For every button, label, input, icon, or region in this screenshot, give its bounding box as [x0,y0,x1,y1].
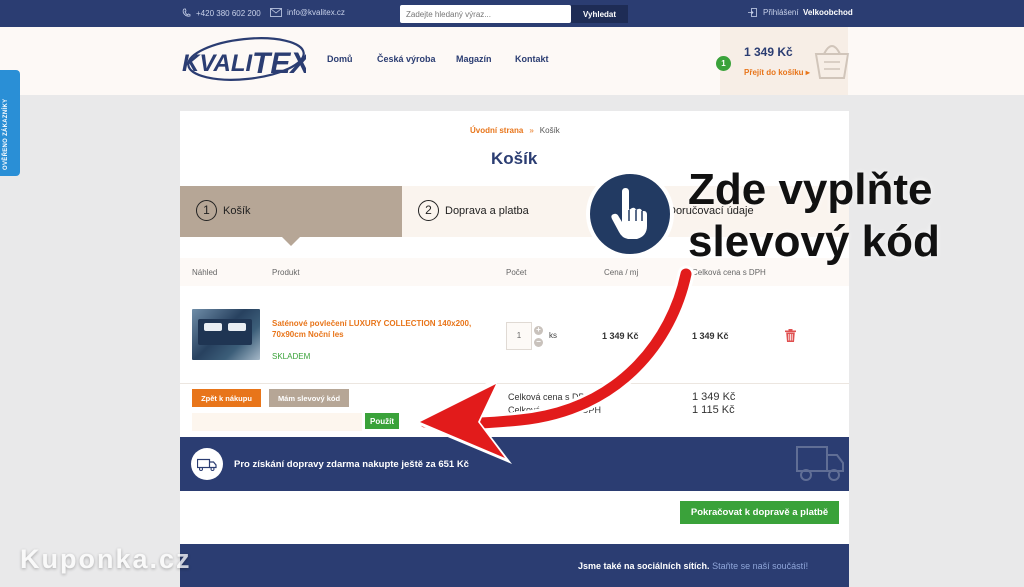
search-input[interactable] [400,5,571,23]
nav-czech-production[interactable]: Česká výroba [377,54,436,64]
total-without-vat-label: Celková cena bez DPH [508,405,602,415]
truck-icon [197,458,217,471]
col-total-price: Celková cena s DPH [692,268,766,277]
login-icon [748,8,757,17]
total-with-vat-value: 1 349 Kč [692,391,736,403]
logo-mark: KVALI TEX [182,37,312,81]
quantity-input[interactable]: 1 [506,322,532,350]
nav-contact[interactable]: Kontakt [515,54,549,64]
nav-magazine[interactable]: Magazín [456,54,492,64]
quantity-increase-button[interactable]: + [534,326,543,335]
phone-number: +420 380 602 200 [196,8,261,18]
wholesale-link[interactable]: Velkoobchod [803,8,853,17]
quantity-decrease-button[interactable]: − [534,338,543,347]
kuponka-watermark: Kuponka.cz [20,544,192,574]
discount-code-input[interactable] [192,413,362,431]
step-2-label: Doprava a platba [445,204,529,217]
svg-text:KVALI: KVALI [182,50,254,77]
col-unit-price: Cena / mj [604,268,639,277]
pointer-hand-badge [586,170,674,258]
step-1-label: Košík [223,204,251,217]
quantity-unit: ks [549,331,557,340]
breadcrumb-separator: » [529,126,534,135]
pointing-hand-icon [611,188,647,239]
step-2-number: 2 [418,200,439,221]
email-address: info@kvalitex.cz [287,8,345,17]
step-2[interactable]: 2 Doprava a platba [418,200,529,221]
row-divider [180,383,849,384]
login-link[interactable]: Přihlášení [748,8,799,17]
search-button[interactable]: Vyhledat [571,5,628,23]
phone-contact[interactable]: +420 380 602 200 [182,8,261,18]
col-product: Produkt [272,268,300,277]
step-1[interactable]: 1 Košík [196,200,251,221]
social-cta-link[interactable]: Staňte se naší součástí! [712,561,808,571]
col-preview: Náhled [192,268,218,277]
cart-count-badge: 1 [716,56,731,71]
mail-icon [270,8,282,17]
col-quantity: Počet [506,268,527,277]
site-header [0,27,1024,95]
login-label: Přihlášení [763,8,799,17]
apply-code-button[interactable]: Použít [365,413,399,429]
back-to-shopping-button[interactable]: Zpět k nákupu [192,389,261,407]
phone-icon [182,8,191,17]
product-name-link[interactable]: Saténové povlečení LUXURY COLLECTION 140… [272,318,492,340]
page-title: Košík [491,149,538,168]
breadcrumb-home[interactable]: Úvodní strana [470,126,523,135]
step-1-number: 1 [196,200,217,221]
cart-total: 1 349 Kč [744,45,793,59]
go-to-cart-link[interactable]: Přejít do košíku ▸ [744,68,810,77]
breadcrumb: Úvodní strana » Košík [470,126,560,135]
total-with-vat-label: Celková cena s DPH [508,392,592,402]
social-footer-text: Jsme také na sociálních sítích. Staňte s… [578,561,808,571]
breadcrumb-current: Košík [539,126,560,135]
nav-home[interactable]: Domů [327,54,353,64]
free-shipping-message: Pro získání dopravy zdarma nakupte ještě… [234,459,469,470]
instruction-line-2: slevový kód [688,217,940,266]
basket-icon [814,45,850,79]
have-discount-code-button[interactable]: Mám slevový kód [269,389,349,407]
unit-price: 1 349 Kč [602,331,639,341]
product-thumbnail[interactable] [192,309,260,360]
kvalitex-logo[interactable]: KVALI TEX [180,35,312,90]
delivery-truck-badge [191,448,223,480]
verified-tab-label: OVĚŘENO ZÁKAZNÍKY [3,98,9,170]
social-text: Jsme také na sociálních sítích. [578,561,710,571]
truck-watermark-icon [796,446,844,481]
total-without-vat-value: 1 115 Kč [692,404,735,416]
instruction-line-1: Zde vyplňte [688,165,933,214]
line-total-price: 1 349 Kč [692,331,729,341]
email-contact[interactable]: info@kvalitex.cz [270,8,345,17]
instruction-overlay-text: Zde vyplňte slevový kód [688,164,940,268]
verified-by-customers-tab[interactable]: OVĚŘENO ZÁKAZNÍKY [0,70,20,176]
active-step-pointer [282,237,300,246]
svg-text:TEX: TEX [252,47,306,80]
trash-icon[interactable] [785,329,796,342]
continue-to-shipping-button[interactable]: Pokračovat k dopravě a platbě [680,501,839,524]
stock-status: SKLADEM [272,352,311,361]
